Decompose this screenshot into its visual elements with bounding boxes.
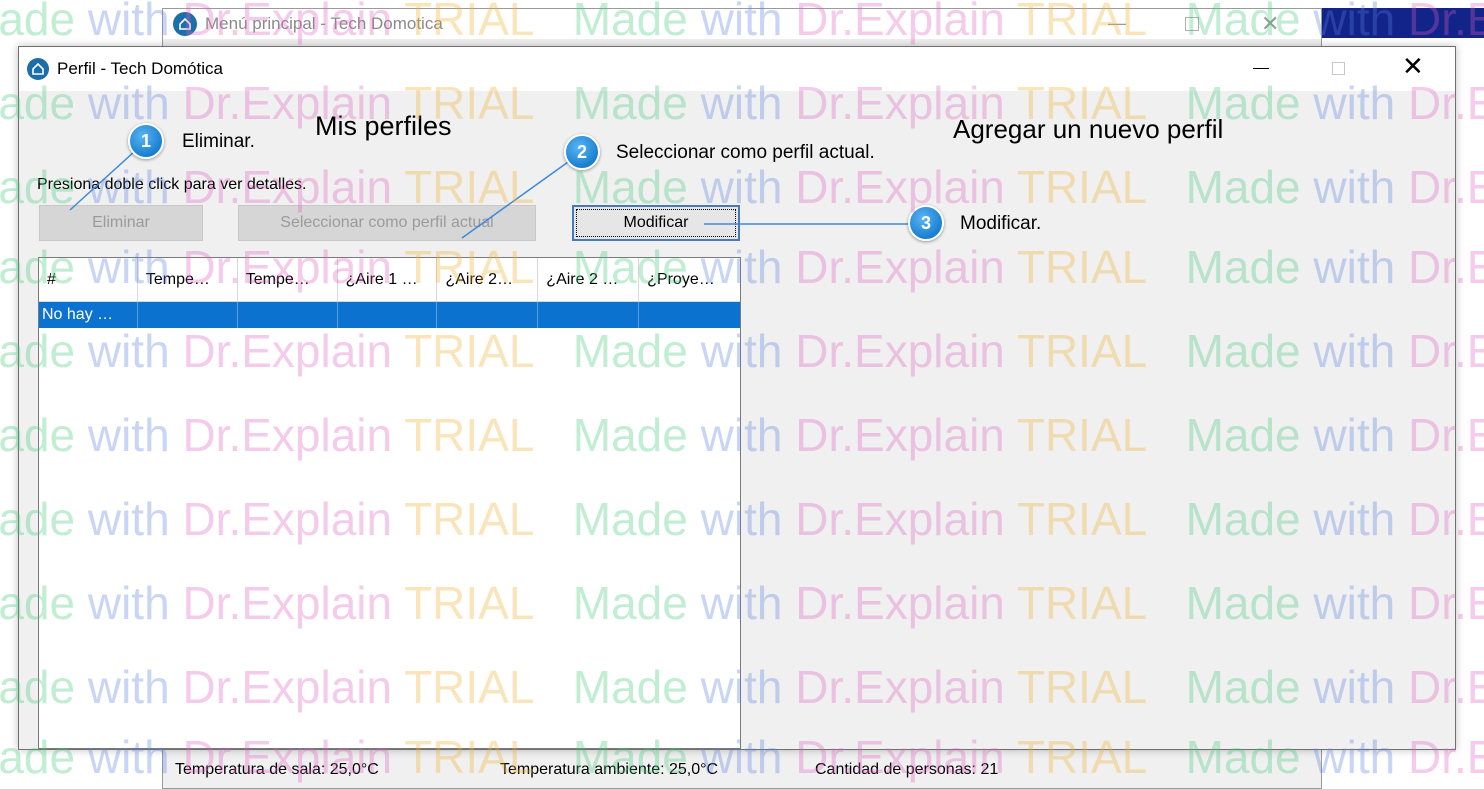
add-profile-heading: Agregar un nuevo perfil xyxy=(953,114,1224,144)
my-profiles-heading: Mis perfiles xyxy=(315,111,452,141)
table-cell: No hay … xyxy=(39,302,138,328)
table-cell xyxy=(538,302,640,328)
people-count: Cantidad de personas: 21 xyxy=(815,761,999,778)
table-header: # Tempe… Tempe… ¿Aire 1 … ¿Aire 2… ¿Aire… xyxy=(39,258,740,302)
dialog-titlebar: Perfil - Tech Domótica ✕ xyxy=(19,47,1455,91)
column-header[interactable]: Tempe… xyxy=(238,258,338,302)
select-current-profile-button[interactable]: Seleccionar como perfil actual xyxy=(238,205,536,241)
background-maximize-button[interactable] xyxy=(1185,17,1199,31)
double-click-hint: Presiona doble click para ver detalles. xyxy=(37,176,307,193)
callout-badge-3: 3 xyxy=(908,205,944,241)
callout-text-3: Modificar. xyxy=(960,213,1042,234)
background-close-button[interactable]: ✕ xyxy=(1261,11,1279,37)
close-button[interactable]: ✕ xyxy=(1402,53,1424,79)
background-titlebar: Menú principal - Tech Domotica — ✕ xyxy=(163,9,1321,39)
profiles-table[interactable]: # Tempe… Tempe… ¿Aire 1 … ¿Aire 2… ¿Aire… xyxy=(38,257,741,749)
delete-button[interactable]: Eliminar xyxy=(39,205,203,241)
column-header[interactable]: Tempe… xyxy=(138,258,238,302)
column-header[interactable]: # xyxy=(39,258,138,302)
callout-badge-2: 2 xyxy=(564,134,600,170)
maximize-button[interactable] xyxy=(1332,62,1345,75)
background-titlebar-dark-area xyxy=(1322,8,1484,38)
minimize-button[interactable] xyxy=(1253,68,1269,69)
column-header[interactable]: ¿Proye… xyxy=(639,258,740,302)
column-header[interactable]: ¿Aire 2 … xyxy=(538,258,640,302)
callout-text-2: Seleccionar como perfil actual. xyxy=(616,142,875,163)
app-icon xyxy=(173,12,197,36)
ambient-temperature: Temperatura ambiente: 25,0°C xyxy=(500,761,719,778)
background-window-title: Menú principal - Tech Domotica xyxy=(205,14,443,33)
background-minimize-button[interactable]: — xyxy=(1108,13,1126,34)
column-header[interactable]: ¿Aire 2… xyxy=(437,258,539,302)
callout-text-1: Eliminar. xyxy=(182,131,255,152)
callout-badge-1: 1 xyxy=(128,123,164,159)
modify-button[interactable]: Modificar xyxy=(572,205,740,241)
table-cell xyxy=(639,302,740,328)
room-temperature: Temperatura de sala: 25,0°C xyxy=(175,761,379,778)
table-cell xyxy=(437,302,539,328)
table-cell xyxy=(138,302,238,328)
table-row[interactable]: No hay … xyxy=(39,302,740,328)
app-icon xyxy=(27,58,49,80)
dialog-title: Perfil - Tech Domótica xyxy=(57,59,223,78)
status-bar: Temperatura de sala: 25,0°C Temperatura … xyxy=(163,750,1321,788)
table-cell xyxy=(238,302,338,328)
column-header[interactable]: ¿Aire 1 … xyxy=(338,258,438,302)
table-cell xyxy=(338,302,438,328)
